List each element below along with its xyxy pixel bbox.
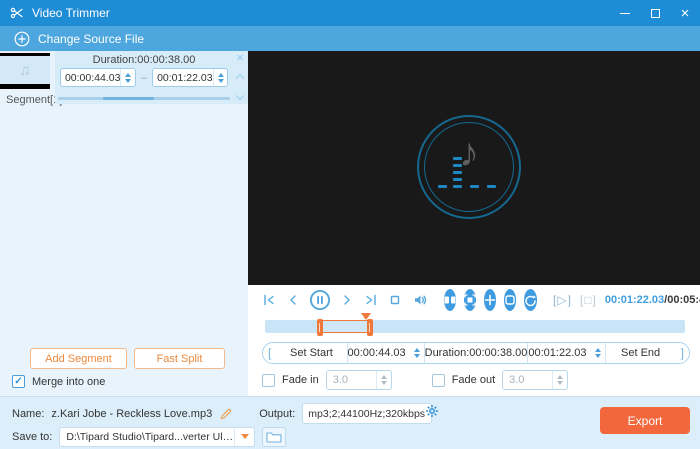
start-time-spinner[interactable] <box>120 69 135 86</box>
segment-start-time-input[interactable]: 00:00:44.03 <box>59 68 136 87</box>
segment-close-icon[interactable]: × <box>236 51 244 64</box>
toolbar: Change Source File <box>0 26 700 51</box>
segment-panel: ♫ Segment[1] Duration:00:00:38.00 00:00:… <box>0 51 248 396</box>
minimize-icon <box>620 12 630 14</box>
output-settings-gear-icon[interactable] <box>425 404 439 423</box>
close-button[interactable]: × <box>670 0 700 26</box>
stop-segment-button[interactable]: [□] <box>580 293 597 307</box>
fade-in-input[interactable]: 3.0 <box>325 370 392 390</box>
scissors-icon <box>10 6 24 20</box>
merge-into-one-checkbox[interactable]: ✓ <box>12 375 25 388</box>
total-time: 00:05:49.03 <box>667 294 700 306</box>
segment-label: Segment[1] <box>6 94 63 106</box>
output-label: Output: <box>259 407 296 420</box>
playhead-marker[interactable] <box>361 313 371 320</box>
timeline-track[interactable] <box>265 313 685 336</box>
dropdown-arrow-icon[interactable] <box>234 427 254 446</box>
fade-out-input[interactable]: 3.0 <box>502 370 569 390</box>
trim-duration-label: Duration:00:00:38.00 <box>424 347 528 359</box>
segment-move-up-icon[interactable] <box>234 67 246 85</box>
export-button[interactable]: Export <box>600 407 690 434</box>
copy-segment-button[interactable] <box>504 289 516 311</box>
browse-folder-button[interactable] <box>262 426 287 447</box>
pause-button[interactable] <box>309 289 331 311</box>
fade-in-checkbox[interactable] <box>262 373 275 387</box>
maximize-icon <box>650 8 660 18</box>
segment-move-down-icon[interactable] <box>234 88 246 106</box>
name-label: Name: <box>12 407 45 420</box>
audio-circle-outer: ♪ <box>417 115 521 219</box>
trim-settings-bar: [ Set Start 00:00:44.03 Duration:00:00:3… <box>262 342 690 364</box>
save-path-value: D:\Tipard Studio\Tipard...verter Ultimat… <box>66 430 234 443</box>
window-title: Video Trimmer <box>32 6 110 20</box>
rename-pencil-icon[interactable] <box>219 407 233 421</box>
segment-card: Duration:00:00:38.00 00:00:44.03 – 00:01… <box>55 51 248 104</box>
fade-in-spinner[interactable] <box>375 371 391 389</box>
save-to-label: Save to: <box>12 430 53 443</box>
stop-icon[interactable] <box>387 292 403 308</box>
segment-thumbnail[interactable]: ♫ <box>0 53 50 89</box>
fast-split-button[interactable]: Fast Split <box>134 348 225 369</box>
left-bracket: [ <box>268 346 272 360</box>
merge-into-one-label: Merge into one <box>32 375 106 388</box>
output-format-field[interactable]: mp3;2;44100Hz;320kbps <box>302 403 439 424</box>
next-frame-icon[interactable] <box>339 292 355 308</box>
time-display: 00:01:22.03/00:05:49.03 <box>605 294 700 306</box>
trim-start-input[interactable]: 00:00:44.03 <box>346 343 425 363</box>
add-segment-button[interactable]: Add Segment <box>30 348 127 369</box>
selection-start-handle[interactable] <box>317 319 323 336</box>
trim-start-spinner[interactable] <box>410 343 424 363</box>
file-name-value: z.Kari Jobe - Reckless Love.mp3 <box>51 407 213 420</box>
reset-button[interactable] <box>524 289 537 311</box>
titlebar: Video Trimmer × <box>0 0 700 26</box>
segment-end-time-input[interactable]: 00:01:22.03 <box>152 68 229 87</box>
music-note-thumb-icon: ♫ <box>0 56 50 84</box>
video-trimmer-window: Video Trimmer × Change Source File ♫ Seg… <box>0 0 700 449</box>
fade-out-spinner[interactable] <box>552 371 567 389</box>
change-source-file-button[interactable]: Change Source File <box>38 32 144 46</box>
split-segment-button[interactable] <box>444 289 456 311</box>
timeline-selection[interactable] <box>317 319 373 336</box>
fade-controls: Fade in 3.0 Fade out 3.0 <box>262 370 569 390</box>
output-bar: Name: z.Kari Jobe - Reckless Love.mp3 Ou… <box>0 396 700 449</box>
set-start-button[interactable]: Set Start <box>276 343 346 363</box>
range-separator: – <box>140 71 148 84</box>
minimize-button[interactable] <box>610 0 640 26</box>
segment-duration-label: Duration:00:00:38.00 <box>92 54 196 66</box>
volume-icon[interactable] <box>411 292 428 308</box>
equalizer-bars-icon <box>438 156 500 195</box>
set-end-button[interactable]: Set End <box>606 343 676 363</box>
selection-end-handle[interactable] <box>367 319 373 336</box>
add-segment-icon-button[interactable] <box>484 289 496 311</box>
audio-circle-inner: ♪ <box>424 122 514 212</box>
playback-controls: [▷] [□] 00:01:22.03/00:05:49.03 [ Set St… <box>248 285 700 396</box>
right-bracket: ] <box>680 346 684 360</box>
fade-in-label: Fade in <box>282 374 319 386</box>
previous-frame-icon[interactable] <box>285 292 301 308</box>
segment-range-bar[interactable] <box>58 97 230 100</box>
fade-out-label: Fade out <box>451 374 496 386</box>
trim-end-spinner[interactable] <box>591 343 605 363</box>
current-time: 00:01:22.03 <box>604 294 665 306</box>
trim-end-input[interactable]: 00:01:22.03 <box>527 343 606 363</box>
fade-out-checkbox[interactable] <box>431 373 445 387</box>
close-icon: × <box>680 4 690 22</box>
play-segment-button[interactable]: [▷] <box>553 293 572 307</box>
video-preview: ♪ <box>248 51 700 285</box>
snapshot-button[interactable] <box>464 289 476 311</box>
maximize-button[interactable] <box>640 0 670 26</box>
end-time-spinner[interactable] <box>212 69 228 86</box>
skip-to-start-icon[interactable] <box>261 292 277 308</box>
save-path-dropdown[interactable]: D:\Tipard Studio\Tipard...verter Ultimat… <box>59 426 256 447</box>
plus-circle-icon <box>14 31 30 47</box>
skip-to-end-icon[interactable] <box>363 292 379 308</box>
